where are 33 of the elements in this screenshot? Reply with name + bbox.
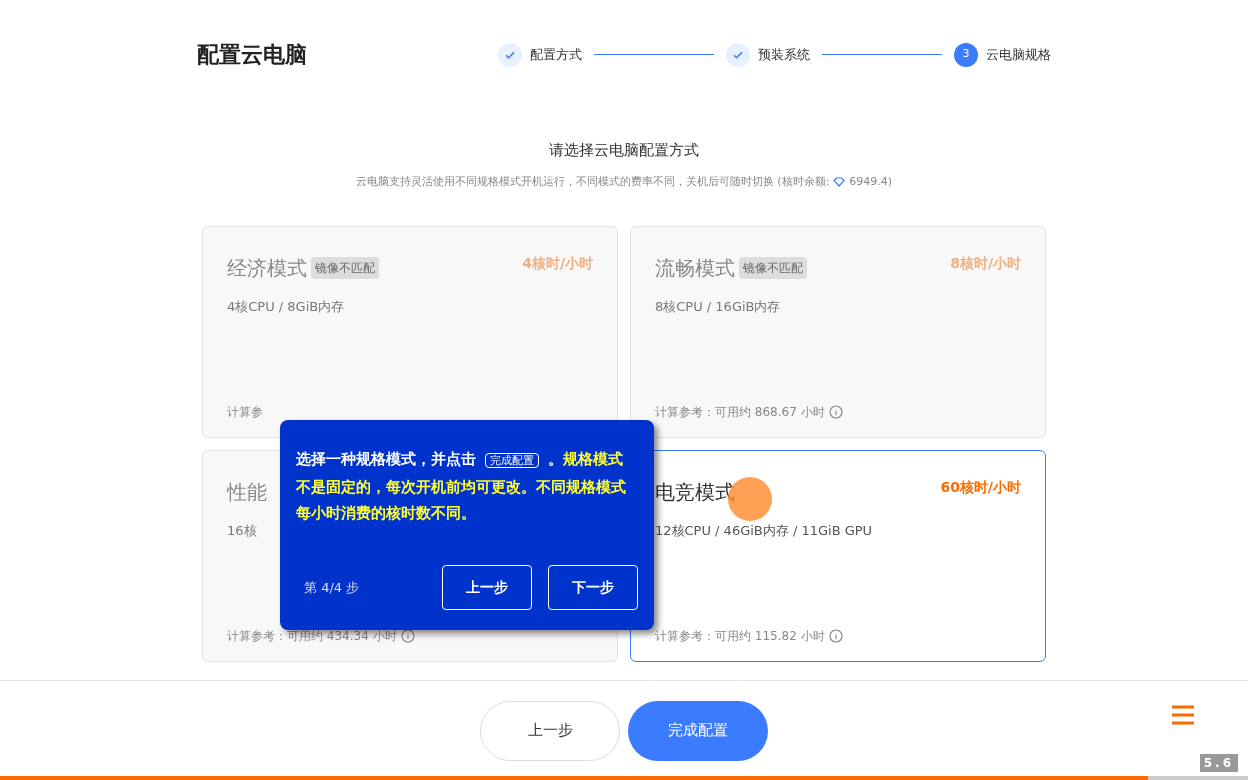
balance-value: 6949.4)	[849, 173, 893, 190]
section-note: 云电脑支持灵活使用不同规格模式开机运行，不同模式的费率不同，关机后可随时切换 (核时余额:	[355, 173, 830, 190]
step-number: 3	[954, 42, 978, 67]
rate-label: 8核时/小时	[950, 254, 1021, 273]
page-title: 配置云电脑	[197, 41, 307, 69]
tour-message: 选择一种规格模式，并点击 完成配置 。规格模式不是固定的，每次开机前均可更改。不同规格模式每小时消费的核时数不同。	[296, 449, 627, 524]
tour-button[interactable]: 上一步	[442, 565, 532, 610]
tour-button[interactable]: 下一步	[548, 565, 638, 610]
version-label: 5.6	[1199, 754, 1238, 772]
usage-estimate: 计算参考：可用约 434.34 小时	[227, 628, 397, 645]
step-label: 云电脑规格	[986, 45, 1051, 64]
back-button[interactable]: 上一步	[480, 700, 620, 761]
step-label: 预装系统	[758, 45, 810, 64]
mismatch-tag: 镜像不匹配	[311, 257, 379, 279]
usage-estimate: 计算参考：可用约 868.67 小时	[655, 404, 825, 421]
menu-icon[interactable]	[1172, 705, 1194, 725]
mode-spec: 4核CPU / 8GiB内存	[227, 298, 346, 316]
rate-label: 4核时/小时	[522, 254, 593, 273]
diamond-icon	[833, 175, 846, 188]
mode-spec: 16核	[227, 522, 258, 540]
mode-title: 经济模式	[227, 255, 307, 282]
finish-button[interactable]: 完成配置	[628, 700, 768, 761]
step-counter: 第 4/4 步	[304, 578, 360, 597]
usage-estimate: 计算参	[227, 404, 263, 421]
mismatch-tag: 镜像不匹配	[739, 257, 807, 279]
step-label: 配置方式	[530, 45, 582, 64]
mode-spec: 8核CPU / 16GiB内存	[655, 298, 782, 316]
mode-title: 性能	[227, 479, 267, 506]
mode-title: 流畅模式	[655, 255, 735, 282]
rate-label: 60核时/小时	[940, 478, 1021, 497]
usage-estimate: 计算参考：可用约 115.82 小时	[655, 628, 825, 645]
mode-spec: 12核CPU / 46GiB内存 / 11GiB GPU	[655, 522, 874, 540]
section-heading: 请选择云电脑配置方式	[548, 140, 700, 161]
